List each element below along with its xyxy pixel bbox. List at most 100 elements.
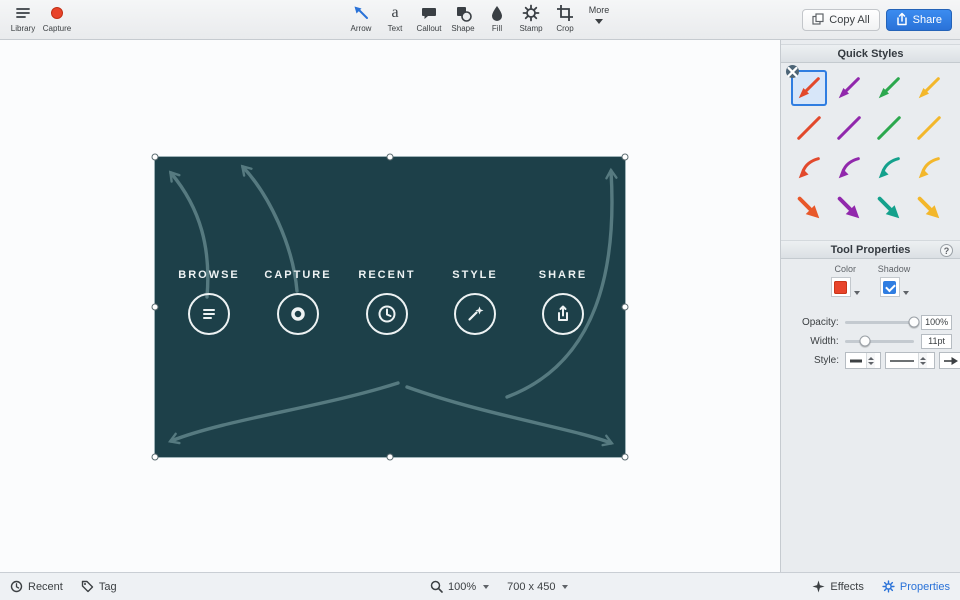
quick-style-swatch[interactable] <box>831 190 867 226</box>
resize-handle-n[interactable] <box>387 154 394 161</box>
quick-styles-grid <box>791 70 947 226</box>
line-start-stepper[interactable] <box>866 353 875 368</box>
tool-properties-header: Tool Properties ? <box>781 240 960 259</box>
opacity-label: Opacity: <box>781 317 839 328</box>
line-end-preview <box>940 353 960 368</box>
shadow-checkbox[interactable] <box>880 277 900 297</box>
line-style-select[interactable] <box>885 352 935 369</box>
canvas-size-value: 700 x 450 <box>507 581 555 593</box>
quick-style-swatch[interactable] <box>791 150 827 186</box>
more-tools-button[interactable]: More <box>582 0 616 33</box>
clock-icon <box>366 293 408 335</box>
resize-handle-sw[interactable] <box>152 454 159 461</box>
style-label: Style: <box>781 355 839 366</box>
tag-button[interactable]: Tag <box>81 580 117 593</box>
tool-callout[interactable]: Callout <box>412 0 446 33</box>
image-item-share: SHARE <box>521 269 605 335</box>
capture-button[interactable]: Capture <box>40 0 74 33</box>
tool-arrow[interactable]: Arrow <box>344 0 378 33</box>
color-swatch[interactable] <box>831 277 851 297</box>
quick-style-swatch[interactable] <box>791 70 827 106</box>
magic-wand-icon <box>454 293 496 335</box>
width-value[interactable]: 11pt <box>921 334 952 349</box>
line-style-stepper[interactable] <box>918 353 927 368</box>
shadow-control[interactable]: Shadow <box>878 264 911 297</box>
resize-handle-e[interactable] <box>622 304 629 311</box>
line-style-preview <box>886 353 918 368</box>
resize-handle-se[interactable] <box>622 454 629 461</box>
line-start-select[interactable] <box>845 352 881 369</box>
share-button[interactable]: Share <box>886 9 952 31</box>
resize-handle-nw[interactable] <box>152 154 159 161</box>
quick-style-swatch[interactable] <box>831 70 867 106</box>
image-item-recent: RECENT <box>345 269 429 335</box>
image-item-style: STYLE <box>433 269 517 335</box>
record-icon <box>277 293 319 335</box>
shape-tool-icon <box>454 3 472 23</box>
copy-icon <box>812 13 824 28</box>
opacity-value[interactable]: 100% <box>921 315 952 330</box>
quick-style-swatch[interactable] <box>911 190 947 226</box>
zoom-control[interactable]: 100% <box>430 580 489 593</box>
color-dropdown-caret[interactable] <box>854 291 860 295</box>
capture-label: Capture <box>43 24 71 33</box>
crop-tool-icon <box>556 3 574 23</box>
size-caret <box>562 585 568 589</box>
tool-text[interactable]: a Text <box>378 0 412 33</box>
quick-style-swatch[interactable] <box>911 110 947 146</box>
properties-button[interactable]: Properties <box>882 580 950 593</box>
magnifier-icon <box>430 580 443 593</box>
effects-button[interactable]: Effects <box>812 580 863 593</box>
top-toolbar: Library Capture Arrow a Text <box>0 0 960 40</box>
opacity-slider[interactable] <box>845 321 915 324</box>
status-bar: Recent Tag 100% 700 x 450 Effects <box>0 572 960 600</box>
quick-style-swatch[interactable] <box>871 150 907 186</box>
copy-all-button[interactable]: Copy All <box>802 9 879 31</box>
fill-tool-icon <box>488 3 506 23</box>
menu-icon <box>188 293 230 335</box>
arrow-tool-icon <box>352 3 370 23</box>
right-sidebar: Quick Styles Tool Properties ? Color Sha… <box>780 40 960 572</box>
quick-style-swatch[interactable] <box>831 150 867 186</box>
quick-style-swatch[interactable] <box>911 150 947 186</box>
tool-stamp[interactable]: Stamp <box>514 0 548 33</box>
effects-sparkle-icon <box>812 580 825 593</box>
tool-crop[interactable]: Crop <box>548 0 582 33</box>
line-start-preview <box>846 353 866 368</box>
tool-shape[interactable]: Shape <box>446 0 480 33</box>
properties-gear-icon <box>882 580 895 593</box>
zoom-value: 100% <box>448 581 476 593</box>
color-control[interactable]: Color <box>831 264 860 297</box>
resize-handle-s[interactable] <box>387 454 394 461</box>
resize-handle-ne[interactable] <box>622 154 629 161</box>
quick-style-swatch[interactable] <box>911 70 947 106</box>
chevron-down-icon <box>595 19 603 24</box>
quick-style-swatch[interactable] <box>831 110 867 146</box>
canvas-area[interactable]: BROWSE CAPTURE RECENT STYLE <box>0 40 780 572</box>
snagit-editor-window: Library Capture Arrow a Text <box>0 0 960 600</box>
quick-style-swatch[interactable] <box>791 190 827 226</box>
text-tool-icon: a <box>391 3 398 23</box>
tool-fill[interactable]: Fill <box>480 0 514 33</box>
quick-style-swatch[interactable] <box>871 110 907 146</box>
shadow-dropdown-caret[interactable] <box>903 291 909 295</box>
quick-style-swatch[interactable] <box>871 70 907 106</box>
help-button[interactable]: ? <box>940 244 953 257</box>
recent-button[interactable]: Recent <box>10 580 63 593</box>
share-icon <box>896 12 908 29</box>
width-slider[interactable] <box>845 340 915 343</box>
recent-clock-icon <box>10 580 23 593</box>
captured-image[interactable]: BROWSE CAPTURE RECENT STYLE <box>155 157 625 457</box>
resize-handle-w[interactable] <box>152 304 159 311</box>
image-item-browse: BROWSE <box>167 269 251 335</box>
canvas-size-control[interactable]: 700 x 450 <box>507 581 568 593</box>
tag-icon <box>81 580 94 593</box>
library-button[interactable]: Library <box>6 0 40 33</box>
callout-tool-icon <box>420 3 438 23</box>
remove-style-badge[interactable] <box>786 65 799 78</box>
stamp-tool-icon <box>522 3 540 23</box>
capture-icon <box>51 3 63 23</box>
quick-style-swatch[interactable] <box>871 190 907 226</box>
quick-style-swatch[interactable] <box>791 110 827 146</box>
line-end-select[interactable] <box>939 352 960 369</box>
